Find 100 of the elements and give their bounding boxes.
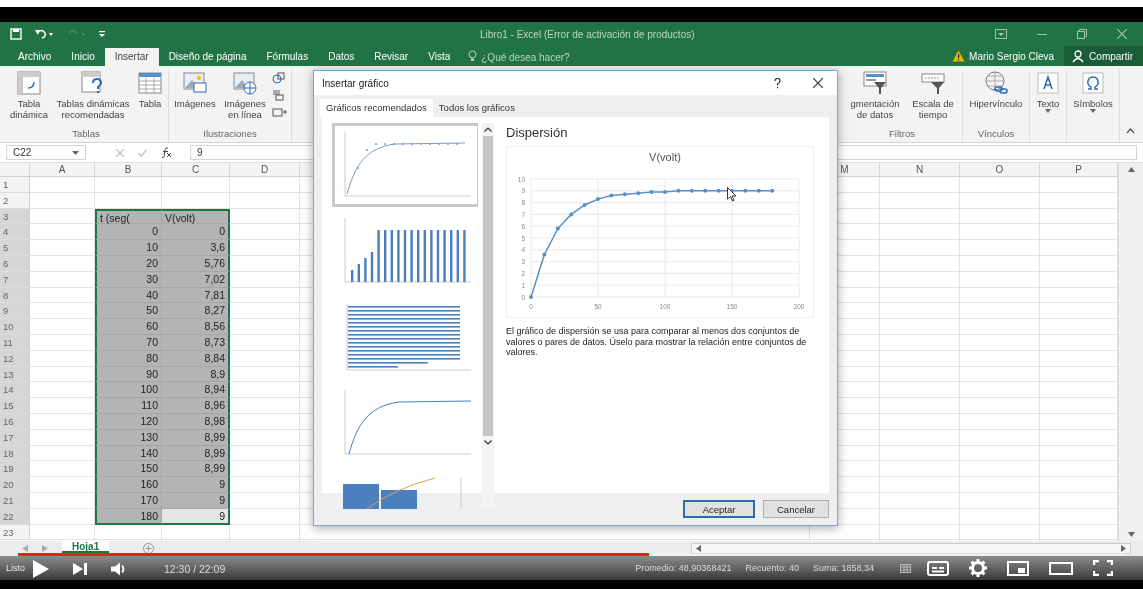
data-point (703, 188, 708, 193)
fullscreen-icon[interactable] (1093, 560, 1113, 576)
share-button[interactable]: Compartir (1064, 46, 1143, 66)
data-point (582, 202, 587, 207)
dialog-title: Insertar gráfico (322, 77, 389, 89)
caret-icon[interactable] (1090, 109, 1096, 113)
check-icon[interactable] (138, 148, 147, 157)
scroll-right-icon[interactable] (1121, 545, 1126, 552)
row-header[interactable]: 14 (0, 382, 30, 399)
row-header[interactable]: 9 (0, 303, 30, 320)
thumbnail-scrollbar[interactable] (482, 123, 494, 509)
scatter-chart-thumbnail[interactable] (332, 123, 478, 207)
customize-icon[interactable] (98, 29, 106, 39)
undo-icon[interactable] (34, 28, 54, 40)
add-sheet-icon[interactable] (143, 543, 155, 554)
ribbon-display-icon[interactable] (995, 29, 1007, 39)
scroll-up-icon[interactable] (1127, 167, 1135, 172)
scroll-left-icon[interactable] (696, 545, 701, 552)
column-header[interactable]: N (880, 163, 960, 177)
user-name[interactable]: Mario Sergio Cleva (969, 50, 1055, 62)
help-icon[interactable] (774, 77, 781, 89)
table-cell: 8,99 (162, 461, 230, 478)
row-header[interactable]: 19 (0, 461, 30, 478)
column-header[interactable]: B (95, 163, 162, 177)
ribbon-button[interactable]: Hipervínculo (966, 70, 1026, 109)
table-cell: 110 (95, 398, 162, 414)
scroll-up-icon[interactable] (484, 127, 492, 132)
dialog-button[interactable]: Cancelar (763, 500, 829, 518)
shapes-icon[interactable] (272, 72, 288, 84)
row-header[interactable]: 10 (0, 319, 30, 335)
column-header[interactable]: P (1040, 163, 1118, 177)
ribbon-tab[interactable]: Archivo (8, 48, 62, 66)
video-progress-bar[interactable] (18, 553, 1125, 556)
row-header[interactable]: 5 (0, 240, 30, 256)
settings-icon[interactable] (969, 559, 987, 577)
ribbon-tab[interactable]: Insertar (104, 48, 159, 66)
subtitles-icon[interactable] (927, 560, 949, 576)
data-point (756, 188, 761, 193)
data-point (663, 190, 667, 194)
column-header[interactable]: C (162, 163, 230, 177)
scroll-down-icon[interactable] (484, 440, 492, 445)
screenshot-icon[interactable] (272, 106, 288, 118)
row-header[interactable]: 20 (0, 477, 30, 493)
column-header[interactable]: D (230, 163, 300, 177)
ribbon-button[interactable]: Símbolos (1070, 70, 1116, 113)
ribbon-button[interactable]: gmentación de datos (845, 70, 905, 120)
function-icon[interactable] (161, 147, 172, 158)
horizontal-scrollbar[interactable] (691, 543, 1131, 554)
row-header[interactable]: 15 (0, 398, 30, 414)
theater-mode-icon[interactable] (1049, 561, 1073, 575)
omega-icon (1080, 70, 1106, 96)
data-point (529, 295, 533, 299)
table-icon (137, 70, 163, 96)
grid-view-icon[interactable] (900, 563, 911, 573)
table-cell: 3,6 (162, 240, 230, 256)
next-icon[interactable] (72, 562, 88, 576)
close-icon[interactable] (813, 78, 823, 88)
ribbon-tab[interactable]: Inicio (61, 48, 105, 66)
smartart-icon[interactable] (272, 89, 284, 101)
dialog-button[interactable]: Aceptar (683, 500, 755, 518)
scroll-down-icon[interactable] (1127, 532, 1135, 537)
ribbon-button[interactable]: Tablas dinámicas recomendadas (53, 70, 133, 120)
play-icon[interactable] (32, 559, 50, 579)
table-cell: 50 (95, 303, 162, 320)
ribbon-button[interactable]: Escala de tiempo (907, 70, 959, 120)
column-header[interactable]: A (30, 163, 95, 177)
scrollbar-thumb[interactable] (483, 136, 493, 436)
caret-icon[interactable] (72, 150, 79, 155)
row-header[interactable]: 1 (0, 177, 30, 193)
mouse-cursor-icon (727, 187, 737, 202)
vertical-scrollbar[interactable] (1118, 163, 1143, 541)
data-point (609, 193, 614, 198)
ribbon-tab[interactable]: Vista (418, 48, 461, 66)
column-header[interactable]: O (960, 163, 1040, 177)
status-text: Recuento: 40 (745, 563, 799, 573)
ribbon-tab[interactable]: Revisar (364, 48, 419, 66)
ribbon-button[interactable]: Imágenes (172, 70, 218, 109)
miniplayer-icon[interactable] (1007, 560, 1029, 576)
sheet-tab[interactable]: Hoja1 (62, 541, 110, 553)
ribbon-button[interactable]: Tabla dinámica (7, 70, 51, 120)
save-icon[interactable] (10, 28, 22, 40)
name-box[interactable]: C22 (6, 145, 86, 160)
table-cell: 8,27 (162, 303, 230, 320)
ribbon-tab[interactable]: Diseño de página (158, 48, 257, 66)
ribbon-tab[interactable]: Datos (318, 48, 365, 66)
dialog-tab[interactable]: Todos los gráficos (432, 99, 521, 117)
row-header[interactable]: 4 (0, 224, 30, 241)
restore-icon[interactable] (1077, 29, 1087, 39)
dialog-tab[interactable]: Gráficos recomendados (320, 99, 433, 117)
warning-icon (952, 50, 966, 62)
ribbon-button[interactable]: Texto (1033, 70, 1063, 113)
ribbon-tab[interactable]: Fórmulas (256, 48, 319, 66)
caret-icon[interactable] (1045, 109, 1051, 113)
tell-me-field[interactable]: ¿Qué desea hacer? (481, 48, 592, 66)
ribbon-button[interactable]: Imágenes en línea (220, 70, 270, 120)
table-cell: 0 (162, 224, 230, 241)
filter-icon (920, 70, 946, 96)
ribbon-button[interactable]: Tabla (135, 70, 165, 109)
collapse-ribbon-icon[interactable] (1126, 128, 1135, 134)
data-point (743, 188, 748, 193)
